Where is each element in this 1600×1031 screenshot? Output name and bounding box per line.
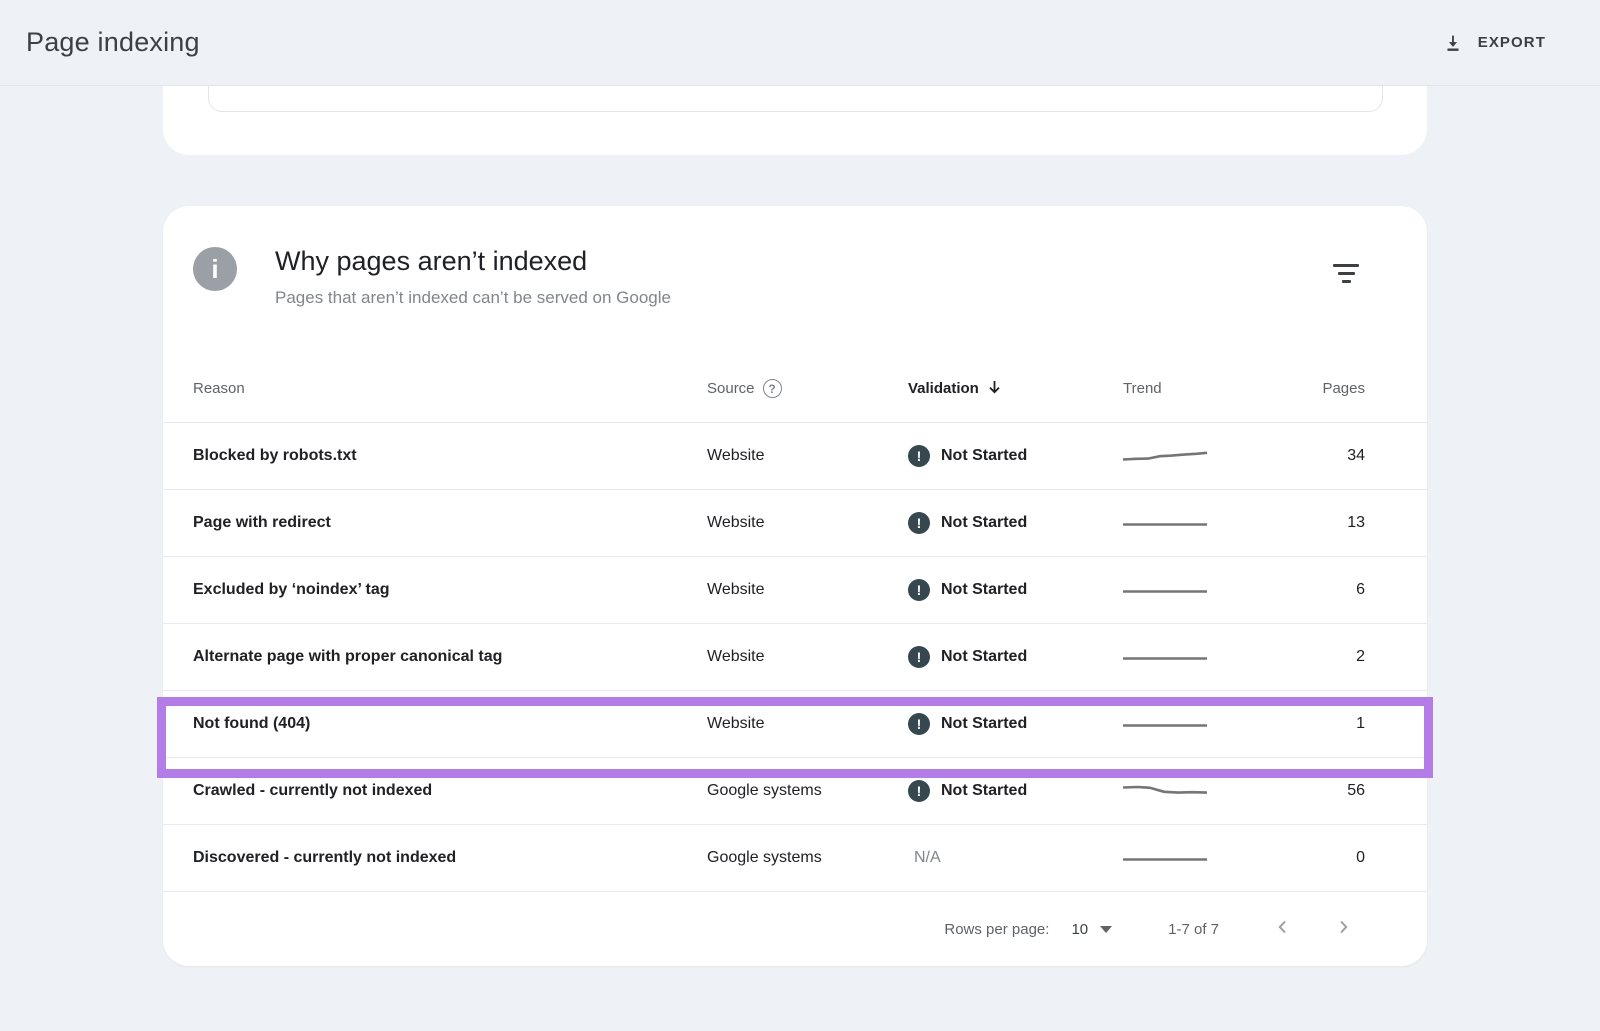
exclamation-icon: !	[908, 780, 930, 802]
reason-cell: Excluded by ‘noindex’ tag	[193, 581, 707, 599]
source-cell: Website	[707, 648, 908, 666]
validation-label: Not Started	[941, 581, 1027, 599]
reason-cell: Alternate page with proper canonical tag	[193, 648, 707, 666]
export-button[interactable]: EXPORT	[1442, 32, 1546, 54]
trend-header-label: Trend	[1123, 380, 1162, 397]
sort-arrow-down-icon	[987, 379, 1002, 399]
column-header-trend[interactable]: Trend	[1108, 380, 1253, 397]
table-header-row: Reason Source ? Validation Trend Pages	[163, 355, 1427, 422]
pages-cell: 56	[1347, 782, 1365, 800]
panel-header: i Why pages aren’t indexed Pages that ar…	[163, 206, 1427, 355]
trend-sparkline	[1108, 648, 1253, 666]
source-cell: Google systems	[707, 849, 908, 867]
validation-label: Not Started	[941, 782, 1027, 800]
pages-header-label: Pages	[1322, 380, 1365, 397]
table-row[interactable]: Excluded by ‘noindex’ tag Website ! Not …	[163, 556, 1427, 623]
source-header-label: Source	[707, 380, 755, 397]
column-header-pages[interactable]: Pages	[1322, 380, 1365, 397]
trend-sparkline	[1108, 849, 1253, 867]
filter-list-icon[interactable]	[1333, 264, 1359, 283]
chevron-left-icon	[1274, 918, 1292, 940]
rows-per-page-value: 10	[1071, 921, 1088, 938]
source-cell: Google systems	[707, 782, 908, 800]
column-header-validation[interactable]: Validation	[908, 379, 1108, 399]
source-cell: Website	[707, 581, 908, 599]
validation-cell: ! Not Started	[908, 512, 1108, 534]
reason-cell: Crawled - currently not indexed	[193, 782, 707, 800]
prev-page-button[interactable]	[1271, 917, 1295, 941]
pages-cell: 6	[1356, 581, 1365, 599]
reason-cell: Discovered - currently not indexed	[193, 849, 707, 867]
table-row[interactable]: Discovered - currently not indexed Googl…	[163, 824, 1427, 891]
validation-label: Not Started	[941, 648, 1027, 666]
reason-cell: Blocked by robots.txt	[193, 447, 707, 465]
table-row[interactable]: Alternate page with proper canonical tag…	[163, 623, 1427, 690]
reason-header-label: Reason	[193, 380, 245, 397]
pagination-range-label: 1-7 of 7	[1168, 921, 1219, 938]
source-cell: Website	[707, 715, 908, 733]
pages-cell: 2	[1356, 648, 1365, 666]
app-bar: Page indexing EXPORT	[0, 0, 1600, 86]
validation-label: Not Started	[941, 514, 1027, 532]
export-label: EXPORT	[1478, 34, 1546, 51]
page-title: Page indexing	[26, 27, 200, 58]
table-row[interactable]: Crawled - currently not indexed Google s…	[163, 757, 1427, 824]
why-pages-arent-indexed-card: i Why pages aren’t indexed Pages that ar…	[163, 206, 1427, 966]
column-header-source[interactable]: Source ?	[707, 379, 908, 398]
pages-cell: 34	[1347, 447, 1365, 465]
validation-cell: ! Not Started	[908, 646, 1108, 668]
column-header-reason[interactable]: Reason	[193, 380, 707, 397]
validation-header-label: Validation	[908, 380, 979, 397]
panel-title: Why pages aren’t indexed	[275, 246, 587, 277]
rows-per-page-label: Rows per page:	[944, 921, 1049, 938]
pages-cell: 0	[1356, 849, 1365, 867]
next-page-button[interactable]	[1331, 917, 1355, 941]
exclamation-icon: !	[908, 579, 930, 601]
caret-down-icon	[1100, 926, 1112, 933]
validation-label: Not Started	[941, 447, 1027, 465]
validation-label: N/A	[908, 849, 941, 867]
trend-sparkline	[1108, 782, 1253, 800]
table-footer: Rows per page: 10 1-7 of 7	[163, 891, 1427, 966]
info-icon: i	[193, 247, 237, 291]
table-row[interactable]: Page with redirect Website ! Not Started…	[163, 489, 1427, 556]
help-circle-icon[interactable]: ?	[763, 379, 782, 398]
table-row[interactable]: Blocked by robots.txt Website ! Not Star…	[163, 422, 1427, 489]
source-cell: Website	[707, 514, 908, 532]
reason-cell: Not found (404)	[193, 715, 707, 733]
validation-cell: ! Not Started	[908, 713, 1108, 735]
previous-card-partial	[163, 86, 1427, 155]
trend-sparkline	[1108, 514, 1253, 532]
trend-sparkline	[1108, 447, 1253, 465]
validation-cell: ! Not Started	[908, 780, 1108, 802]
panel-subtitle: Pages that aren’t indexed can’t be serve…	[275, 288, 671, 308]
pages-cell: 1	[1356, 715, 1365, 733]
trend-sparkline	[1108, 581, 1253, 599]
validation-label: Not Started	[941, 715, 1027, 733]
validation-cell: ! Not Started	[908, 579, 1108, 601]
trend-sparkline	[1108, 715, 1253, 733]
chevron-right-icon	[1334, 918, 1352, 940]
table-row-highlighted[interactable]: Not found (404) Website ! Not Started 1	[163, 690, 1427, 757]
exclamation-icon: !	[908, 512, 930, 534]
validation-cell: N/A	[908, 849, 1108, 867]
exclamation-icon: !	[908, 646, 930, 668]
reason-cell: Page with redirect	[193, 514, 707, 532]
exclamation-icon: !	[908, 445, 930, 467]
download-icon	[1442, 32, 1464, 54]
rows-per-page-select[interactable]: 10	[1071, 921, 1112, 938]
source-cell: Website	[707, 447, 908, 465]
validation-cell: ! Not Started	[908, 445, 1108, 467]
pages-cell: 13	[1347, 514, 1365, 532]
exclamation-icon: !	[908, 713, 930, 735]
